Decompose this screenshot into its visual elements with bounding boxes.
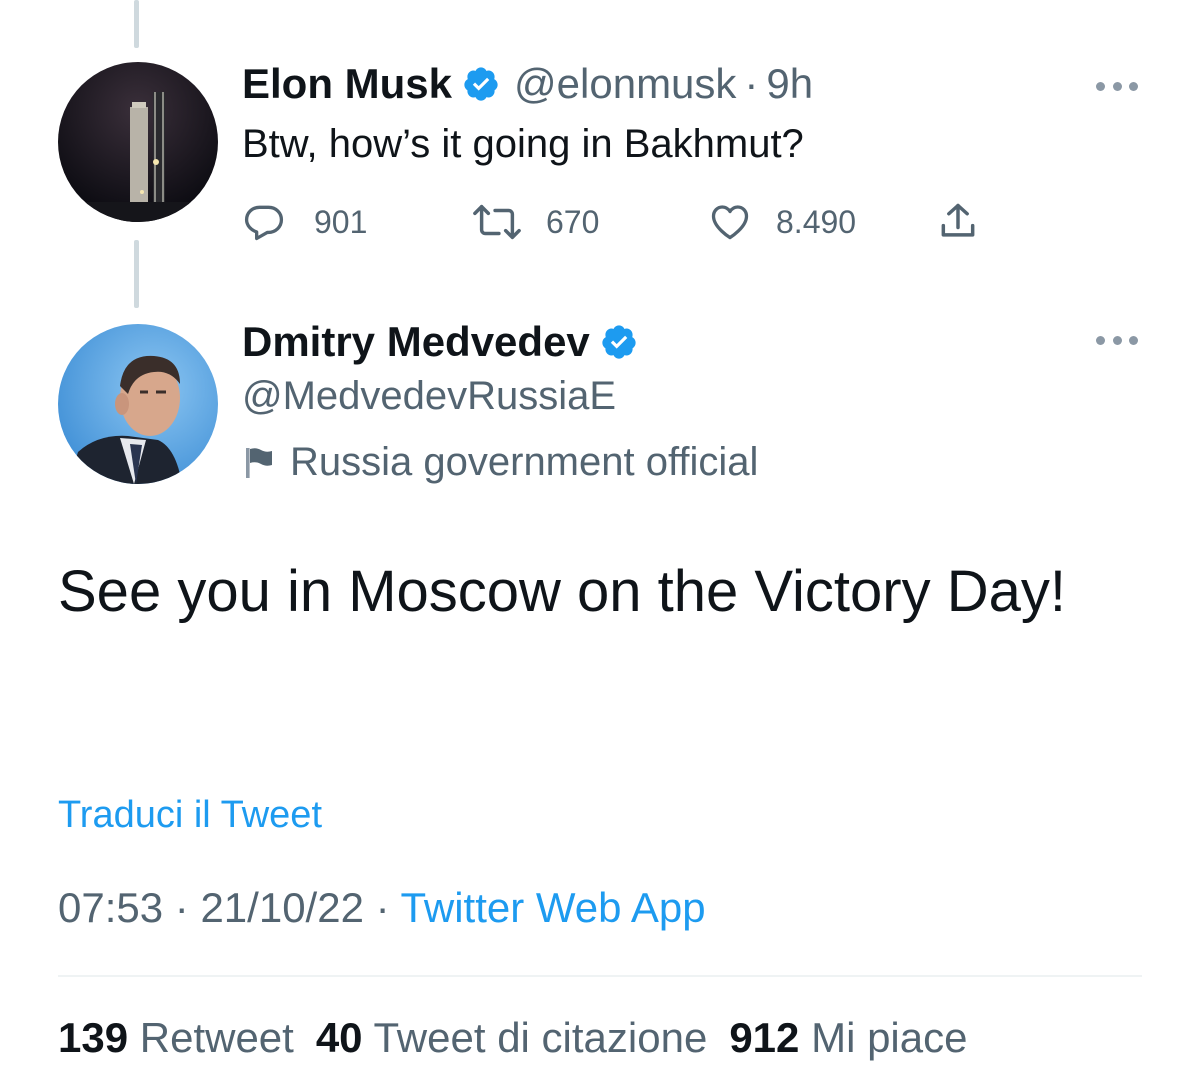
avatar-dmitry-medvedev[interactable] bbox=[58, 324, 218, 484]
author-name[interactable]: Dmitry Medvedev bbox=[242, 318, 590, 366]
heart-icon bbox=[711, 205, 749, 240]
translate-tweet-link[interactable]: Traduci il Tweet bbox=[58, 794, 322, 837]
thread-line-middle bbox=[134, 240, 139, 308]
thread-line-top bbox=[134, 0, 139, 48]
avatar-elon-musk[interactable] bbox=[58, 62, 218, 222]
reply-count: 901 bbox=[314, 203, 368, 240]
tweet-meta: 07:53 · 21/10/22 · Twitter Web App bbox=[58, 884, 706, 932]
parent-tweet-actions: 901 670 8.490 bbox=[242, 200, 1002, 250]
retweet-button[interactable]: 670 bbox=[472, 200, 599, 244]
flag-icon bbox=[246, 447, 272, 478]
likes-stat[interactable]: 912 Mi piace bbox=[729, 1014, 967, 1061]
share-button[interactable] bbox=[936, 200, 980, 244]
more-dot bbox=[1096, 81, 1105, 91]
retweets-stat[interactable]: 139 Retweet bbox=[58, 1014, 294, 1061]
author-handle[interactable]: @MedvedevRussiaE bbox=[242, 374, 616, 419]
more-dot bbox=[1129, 335, 1138, 345]
separator-dot: · bbox=[744, 60, 759, 107]
reply-icon bbox=[244, 205, 284, 241]
like-count: 8.490 bbox=[776, 203, 857, 240]
account-label[interactable]: Russia government official bbox=[244, 440, 758, 485]
avatar-image bbox=[58, 62, 218, 222]
quotes-label: Tweet di citazione bbox=[373, 1014, 708, 1061]
tweet-date[interactable]: 21/10/22 bbox=[200, 884, 364, 931]
separator-dot: · bbox=[375, 884, 390, 931]
author-handle[interactable]: @elonmusk bbox=[514, 60, 736, 108]
verified-badge-icon bbox=[602, 325, 636, 359]
author-name[interactable]: Elon Musk bbox=[242, 60, 452, 108]
main-tweet-header: Dmitry Medvedev bbox=[242, 318, 638, 366]
more-dot bbox=[1096, 335, 1105, 345]
retweets-count: 139 bbox=[58, 1014, 129, 1061]
divider bbox=[58, 975, 1142, 977]
tweet-time[interactable]: 07:53 bbox=[58, 884, 163, 931]
retweet-count: 670 bbox=[546, 203, 600, 240]
separator-dot: · bbox=[174, 884, 189, 931]
more-options-icon[interactable] bbox=[1096, 78, 1138, 94]
tweet-time-ago[interactable]: 9h bbox=[766, 60, 813, 108]
account-label-text: Russia government official bbox=[290, 440, 759, 484]
more-dot bbox=[1129, 81, 1138, 91]
avatar-image bbox=[58, 324, 218, 484]
likes-label: Mi piace bbox=[811, 1014, 968, 1061]
more-dot bbox=[1112, 335, 1122, 345]
parent-tweet-header: Elon Musk @elonmusk · 9h bbox=[242, 60, 813, 108]
main-tweet-text: See you in Moscow on the Victory Day! bbox=[58, 559, 1066, 624]
tweet-stats: 139 Retweet 40 Tweet di citazione 912 Mi p… bbox=[58, 1014, 989, 1062]
quotes-stat[interactable]: 40 Tweet di citazione bbox=[316, 1014, 708, 1061]
retweet-icon bbox=[473, 204, 521, 240]
more-dot bbox=[1112, 81, 1122, 91]
verified-badge-icon bbox=[464, 67, 498, 101]
reply-button[interactable]: 901 bbox=[242, 200, 367, 244]
more-options-icon[interactable] bbox=[1096, 332, 1138, 348]
quotes-count: 40 bbox=[315, 1014, 363, 1061]
share-icon bbox=[941, 203, 975, 237]
likes-count: 912 bbox=[729, 1014, 800, 1061]
retweets-label: Retweet bbox=[139, 1014, 294, 1061]
parent-tweet-text: Btw, how’s it going in Bakhmut? bbox=[242, 122, 804, 166]
like-button[interactable]: 8.490 bbox=[708, 200, 856, 244]
tweet-source-link[interactable]: Twitter Web App bbox=[401, 884, 706, 931]
